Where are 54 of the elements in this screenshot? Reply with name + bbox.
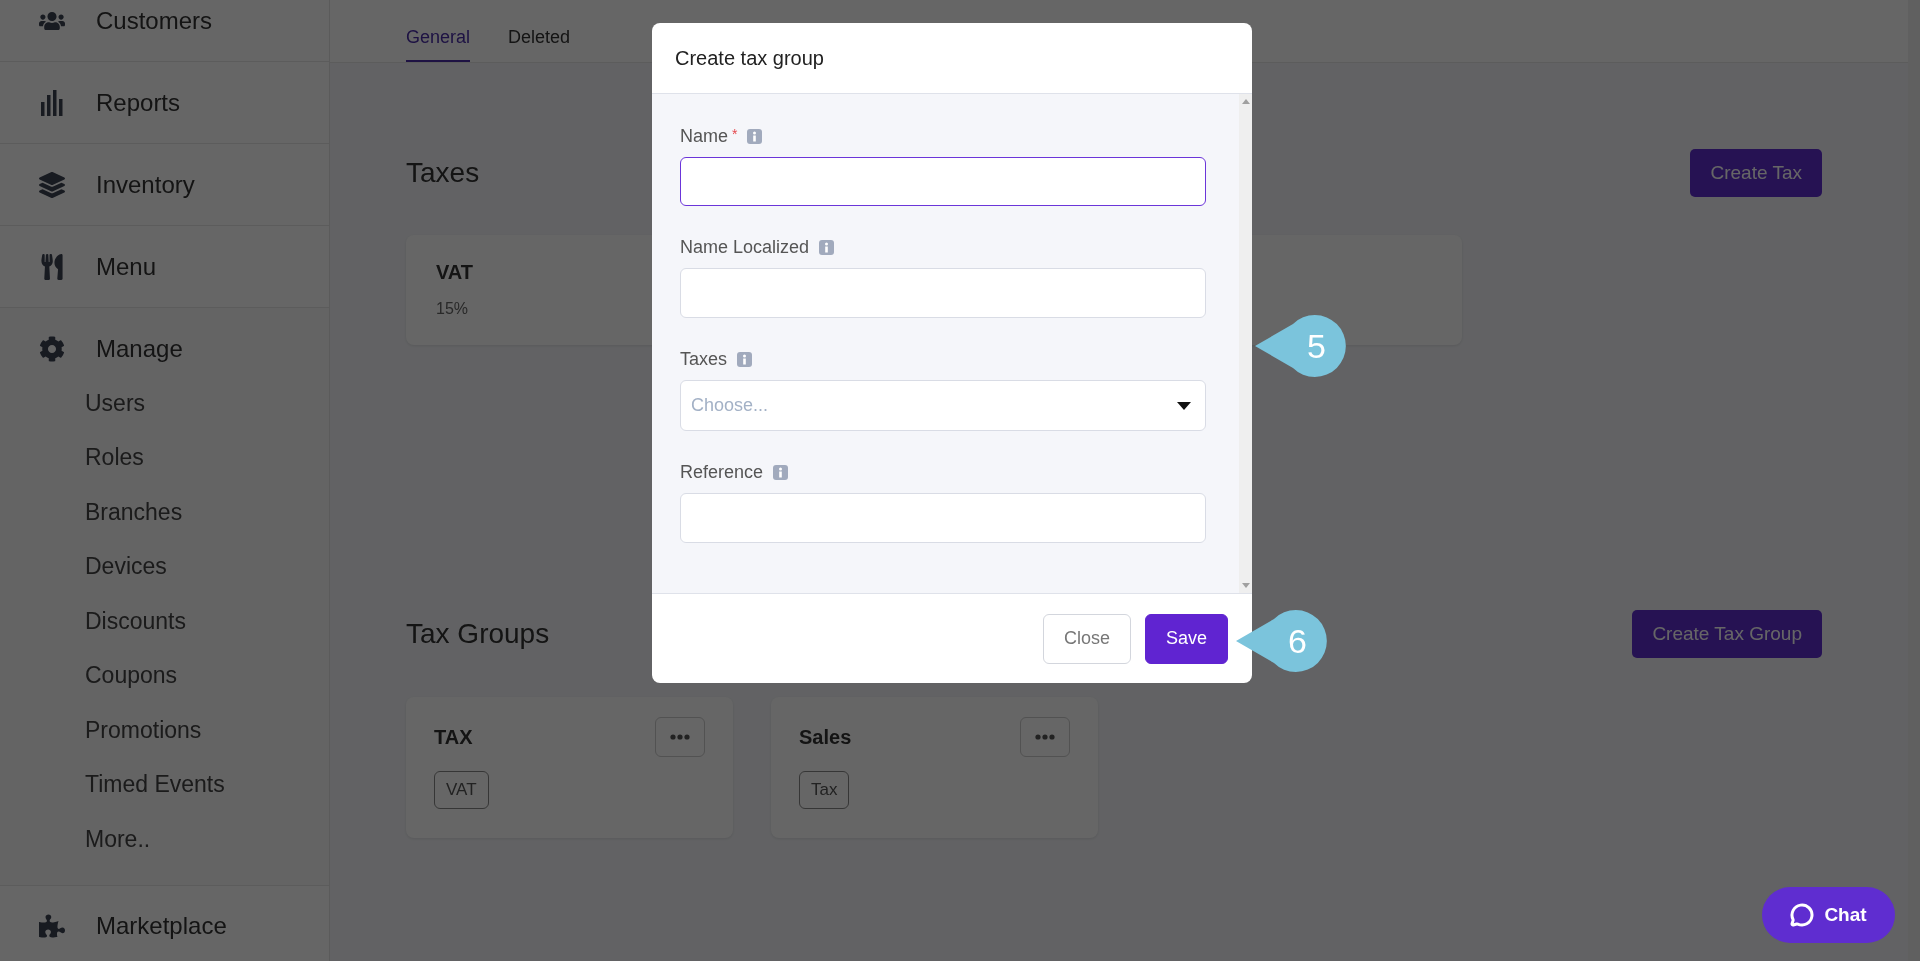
sidebar-subitem[interactable]: More..	[0, 812, 329, 867]
field-label: Taxes	[680, 348, 728, 370]
sidebar-item[interactable]: Marketplace	[0, 885, 329, 961]
sidebar-subitem[interactable]: Discounts	[0, 594, 329, 649]
gear-icon	[39, 335, 65, 362]
ellipsis-icon	[1035, 734, 1055, 740]
more-options-button[interactable]	[655, 717, 705, 757]
info-icon[interactable]	[819, 239, 835, 255]
sidebar-subitem[interactable]: Timed Events	[0, 757, 329, 812]
section-title: Tax Groups	[406, 618, 550, 650]
tax-group-name: Sales	[799, 725, 852, 749]
field-label: Reference	[680, 461, 764, 483]
tab[interactable]: General	[406, 27, 471, 62]
modal-title: Create tax group	[675, 46, 824, 70]
bar-chart-icon	[40, 89, 64, 116]
sidebar-item[interactable]: Inventory	[0, 144, 329, 225]
sidebar-item[interactable]: Menu	[0, 226, 329, 307]
sidebar-item[interactable]: Reports	[0, 62, 329, 143]
sidebar-subitem[interactable]: Promotions	[0, 703, 329, 758]
chat-bubble-icon	[1790, 903, 1815, 927]
tax-tag: Tax	[799, 771, 850, 809]
info-icon[interactable]	[737, 351, 753, 367]
sidebar-subitem[interactable]: Coupons	[0, 648, 329, 703]
tax-name: VAT	[436, 261, 475, 284]
utensils-icon	[39, 253, 65, 280]
chat-button[interactable]: Chat	[1762, 887, 1895, 943]
scrollbar[interactable]	[1239, 94, 1252, 593]
close-button[interactable]: Close	[1042, 613, 1131, 664]
info-icon[interactable]	[773, 464, 789, 480]
scroll-down-icon[interactable]	[1241, 583, 1250, 588]
ellipsis-icon	[670, 734, 690, 740]
puzzle-icon	[39, 913, 65, 939]
tax-group-name: TAX	[434, 725, 473, 749]
layers-icon	[39, 171, 65, 198]
required-mark: *	[732, 126, 738, 142]
sidebar-item[interactable]: Customers	[0, 0, 329, 61]
sidebar-subitem[interactable]: Roles	[0, 430, 329, 485]
field-label: Name Localized	[680, 236, 810, 258]
create-tax-group-button[interactable]: Create Tax Group	[1632, 610, 1822, 658]
sidebar-subitem[interactable]: Devices	[0, 539, 329, 594]
tax-rate: 15%	[436, 300, 470, 318]
info-icon[interactable]	[747, 128, 763, 144]
tax-tag: VAT	[434, 771, 489, 809]
select-field[interactable]: Choose...	[680, 380, 1206, 431]
field-label: Name	[680, 125, 728, 147]
create-tax-button[interactable]: Create Tax	[1690, 149, 1822, 197]
scroll-up-icon[interactable]	[1241, 99, 1250, 104]
caret-icon	[1177, 401, 1191, 410]
more-options-button[interactable]	[1020, 717, 1070, 757]
section-title: Taxes	[406, 157, 480, 189]
input-field[interactable]	[680, 157, 1206, 206]
tab[interactable]: Deleted	[508, 27, 571, 62]
save-button[interactable]: Save	[1144, 613, 1228, 664]
sidebar-subitem[interactable]: Branches	[0, 485, 329, 540]
